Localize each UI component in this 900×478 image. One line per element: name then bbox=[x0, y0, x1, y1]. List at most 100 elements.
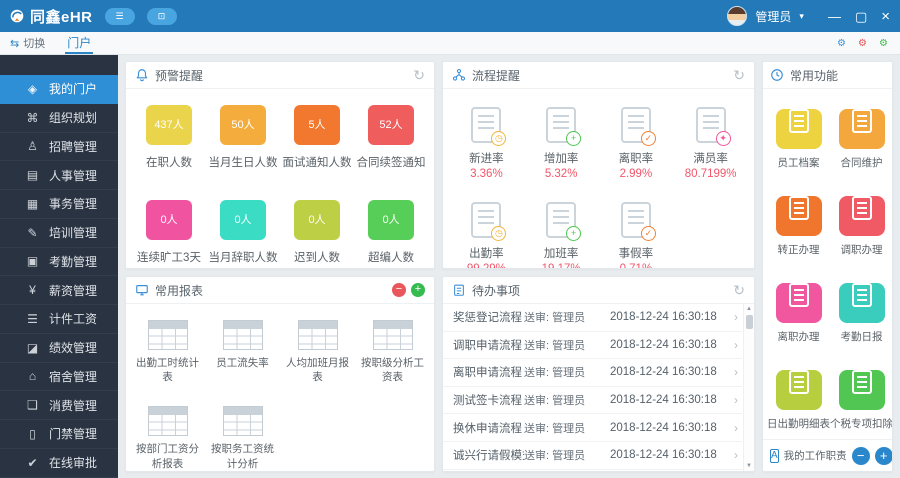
refresh-icon[interactable]: ↻ bbox=[733, 283, 745, 297]
alert-tile[interactable]: 52人 合同续签通知 bbox=[354, 105, 428, 170]
minimize-button[interactable]: — bbox=[828, 10, 841, 23]
add-report-button[interactable]: + bbox=[411, 283, 425, 297]
process-value: 5.32% bbox=[544, 168, 578, 180]
list-menu-button[interactable]: ☰ bbox=[104, 7, 135, 25]
sidebar-item[interactable]: ☰ 计件工资 bbox=[0, 305, 118, 334]
alert-tile[interactable]: 0人 连续旷工3天 bbox=[132, 200, 206, 265]
scroll-up-icon[interactable]: ▲ bbox=[746, 305, 752, 313]
chevron-right-icon: › bbox=[734, 393, 738, 408]
function-tile-icon bbox=[838, 109, 885, 149]
scroll-thumb[interactable] bbox=[745, 315, 753, 329]
function-tile[interactable]: 日出勤明细表 bbox=[767, 362, 830, 431]
alert-tile[interactable]: 0人 当月辞职人数 bbox=[206, 200, 280, 265]
alert-tile-value: 0人 bbox=[234, 214, 252, 226]
todo-row[interactable]: 测试签卡流程 送审: 管理员 2018-12-24 16:30:18 › bbox=[443, 387, 742, 415]
todo-row[interactable]: 奖惩登记流程 送审: 管理员 2018-12-24 16:30:18 › bbox=[443, 304, 742, 332]
report-label: 出勤工时统计表 bbox=[136, 357, 199, 384]
process-item[interactable]: ✓ 事假率 0.71% bbox=[599, 202, 674, 268]
settings-red-icon[interactable]: ⚙ bbox=[856, 37, 869, 50]
user-name[interactable]: 管理员 bbox=[755, 8, 791, 25]
sidebar-item[interactable]: ▣ 考勤管理 bbox=[0, 248, 118, 277]
function-tile[interactable]: 员工档案 bbox=[767, 101, 830, 170]
function-label: 员工档案 bbox=[777, 157, 820, 169]
function-tile-icon bbox=[775, 283, 822, 323]
alert-tile-box: 0人 bbox=[294, 200, 340, 240]
remove-report-button[interactable]: − bbox=[392, 283, 406, 297]
sidebar-item[interactable]: ✎ 培训管理 bbox=[0, 219, 118, 248]
process-item[interactable]: + 加班率 19.17% bbox=[524, 202, 599, 268]
function-tile[interactable]: 离职办理 bbox=[767, 275, 830, 344]
switch-button[interactable]: ⇆ 切换 bbox=[10, 35, 45, 51]
chevron-down-icon[interactable]: ▾ bbox=[799, 11, 804, 22]
sidebar-item[interactable]: ⌂ 宿舍管理 bbox=[0, 363, 118, 392]
table-icon bbox=[297, 320, 338, 350]
alert-tile-box: 0人 bbox=[146, 200, 192, 240]
function-tile[interactable]: 合同维护 bbox=[830, 101, 892, 170]
refresh-icon[interactable]: ↻ bbox=[733, 68, 745, 82]
report-item[interactable]: 人均加班月报表 bbox=[280, 320, 355, 384]
tab-portal[interactable]: 门户 bbox=[65, 32, 94, 54]
alert-tile[interactable]: 437人 在职人数 bbox=[132, 105, 206, 170]
report-item[interactable]: 按部门工资分析报表 bbox=[130, 406, 205, 470]
settings-green-icon[interactable]: ⚙ bbox=[877, 37, 890, 50]
collapse-button[interactable]: − bbox=[851, 446, 870, 465]
sidebar-item[interactable]: ❑ 消费管理 bbox=[0, 391, 118, 420]
todo-row[interactable]: 调职申请流程 送审: 管理员 2018-12-24 16:30:18 › bbox=[443, 332, 742, 360]
todo-row[interactable]: 诚兴行请假模式 送审: 管理员 2018-12-24 16:30:18 › bbox=[443, 442, 742, 470]
sidebar-item-icon: ❑ bbox=[27, 398, 38, 413]
tab-manager-button[interactable]: ⊡ bbox=[146, 7, 177, 25]
refresh-icon[interactable]: ↻ bbox=[413, 68, 425, 82]
alerts-card: 预警提醒 ↻ 437人 在职人数 50人 当月生日人数 5人 面试通知人数 52… bbox=[125, 61, 435, 269]
sidebar-item[interactable]: ¥ 薪资管理 bbox=[0, 276, 118, 305]
sidebar-item[interactable]: ▤ 人事管理 bbox=[0, 161, 118, 190]
function-tile[interactable]: 转正办理 bbox=[767, 188, 830, 257]
duty-icon: A bbox=[770, 448, 779, 463]
function-tile-icon bbox=[775, 109, 822, 149]
todo-row[interactable]: 变动工资流程 送审: 管理员 2018-12-24 16:30:18 › bbox=[443, 470, 742, 471]
process-item[interactable]: ◷ 出勤率 99.29% bbox=[449, 202, 524, 269]
sidebar-item[interactable]: ♙ 招聘管理 bbox=[0, 133, 118, 162]
logo-globe-icon bbox=[10, 9, 24, 23]
sidebar-item[interactable]: ◪ 绩效管理 bbox=[0, 334, 118, 363]
sidebar-item[interactable]: ▦ 事务管理 bbox=[0, 190, 118, 219]
report-label: 按职务工资统计分析 bbox=[211, 443, 274, 470]
process-item[interactable]: ◷ 新进率 3.36% bbox=[449, 107, 524, 180]
alert-tile[interactable]: 0人 迟到人数 bbox=[280, 200, 354, 265]
close-button[interactable]: × bbox=[881, 9, 890, 24]
table-icon bbox=[147, 320, 188, 350]
alert-tile[interactable]: 50人 当月生日人数 bbox=[206, 105, 280, 170]
expand-button[interactable]: + bbox=[874, 446, 892, 465]
sidebar-item[interactable]: ▯ 门禁管理 bbox=[0, 420, 118, 449]
sidebar-item-icon: ⌂ bbox=[28, 369, 37, 384]
sidebar-item[interactable]: ◈ 我的门户 bbox=[0, 75, 118, 104]
todo-time: 2018-12-24 16:30:18 bbox=[610, 421, 717, 434]
maximize-button[interactable]: ▢ bbox=[855, 10, 867, 23]
function-tile[interactable]: 调职办理 bbox=[830, 188, 892, 257]
process-value: 99.29% bbox=[466, 263, 506, 269]
report-item[interactable]: 员工流失率 bbox=[205, 320, 280, 384]
settings-blue-icon[interactable]: ⚙ bbox=[835, 37, 848, 50]
process-item[interactable]: ✓ 离职率 2.99% bbox=[599, 107, 674, 180]
process-item[interactable]: ✦ 满员率 80.7199% bbox=[673, 107, 748, 180]
card-title: 常用报表 bbox=[155, 283, 204, 298]
user-avatar[interactable] bbox=[727, 6, 748, 26]
todo-row[interactable]: 换休申请流程 送审: 管理员 2018-12-24 16:30:18 › bbox=[443, 414, 742, 442]
todo-row[interactable]: 离职申请流程 送审: 管理员 2018-12-24 16:30:18 › bbox=[443, 359, 742, 387]
scroll-down-icon[interactable]: ▼ bbox=[746, 462, 752, 470]
function-tile[interactable]: 个税专项扣除 bbox=[830, 362, 892, 431]
function-tile[interactable]: 考勤日报 bbox=[830, 275, 892, 344]
report-item[interactable]: 出勤工时统计表 bbox=[130, 320, 205, 384]
process-label: 加班率 bbox=[543, 248, 579, 260]
scrollbar[interactable]: ▲ ▼ bbox=[743, 304, 754, 471]
process-item[interactable]: + 增加率 5.32% bbox=[524, 107, 599, 180]
report-item[interactable]: 按职级分析工资表 bbox=[355, 320, 430, 384]
sidebar-item[interactable]: ⌘ 组织规划 bbox=[0, 104, 118, 133]
todo-sender: 送审: 管理员 bbox=[524, 339, 586, 352]
white-document-icon bbox=[851, 196, 872, 220]
alert-tile[interactable]: 0人 超编人数 bbox=[354, 200, 428, 265]
report-item[interactable]: 按职务工资统计分析 bbox=[205, 406, 280, 470]
alert-tile[interactable]: 5人 面试通知人数 bbox=[280, 105, 354, 170]
alert-tile-label: 迟到人数 bbox=[294, 252, 340, 264]
sidebar-item[interactable]: ✔ 在线审批 bbox=[0, 449, 118, 478]
process-value: 3.36% bbox=[470, 168, 503, 180]
